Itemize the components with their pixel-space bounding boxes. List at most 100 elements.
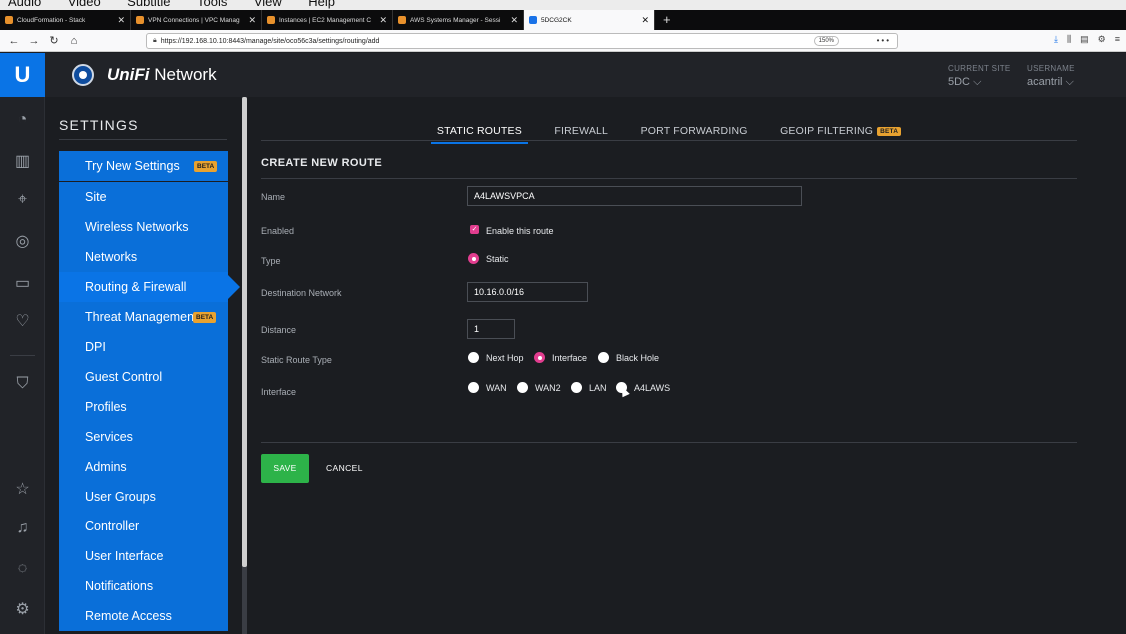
sidebar-item-services[interactable]: Services: [59, 422, 228, 452]
beta-badge: BETA: [194, 161, 218, 172]
interface-label: Interface: [261, 387, 297, 397]
menu-video[interactable]: Video: [68, 0, 101, 9]
browser-tab-active[interactable]: 5DCG2CK ✕: [524, 10, 655, 30]
sidebar-item-dpi[interactable]: DPI: [59, 332, 228, 362]
enable-route-checkbox[interactable]: ✓: [470, 225, 479, 234]
alerts-bell-icon[interactable]: ♫: [0, 519, 45, 537]
events-icon[interactable]: ☆: [0, 479, 45, 499]
mouse-cursor-icon: [618, 384, 630, 398]
wan-radio[interactable]: [468, 382, 479, 393]
sidebar-item-routing-firewall[interactable]: Routing & Firewall: [59, 272, 240, 302]
current-site-select[interactable]: 5DC ⌵: [948, 76, 981, 89]
home-icon[interactable]: ⌂: [68, 35, 80, 47]
type-static-radio[interactable]: [468, 253, 479, 264]
menu-view[interactable]: View: [254, 0, 282, 9]
menu-subtitle[interactable]: Subtitle: [127, 0, 170, 9]
close-tab-icon[interactable]: ✕: [510, 15, 518, 26]
statistics-icon[interactable]: ▥: [0, 151, 45, 171]
reload-icon[interactable]: ↻: [48, 34, 60, 47]
chevron-down-icon: ⌵: [1065, 76, 1074, 88]
close-tab-icon[interactable]: ✕: [641, 15, 649, 26]
username-select[interactable]: acantril ⌵: [1027, 76, 1074, 89]
lock-icon[interactable]: 🔒︎: [153, 37, 157, 45]
sidebar-item-site[interactable]: Site: [59, 182, 228, 212]
interface-text: Interface: [552, 353, 588, 363]
zoom-level[interactable]: 150%: [813, 36, 839, 46]
sidebar-item-networks[interactable]: Networks: [59, 242, 228, 272]
main-panel: STATIC ROUTES FIREWALL PORT FORWARDING G…: [261, 97, 1077, 634]
brand-bold: UniFi: [107, 65, 150, 84]
menu-icon[interactable]: ≡: [1115, 34, 1120, 45]
cancel-button[interactable]: CANCEL: [326, 463, 363, 473]
page-actions-icon[interactable]: •••: [877, 36, 891, 45]
sidebar-item-profiles[interactable]: Profiles: [59, 392, 228, 422]
browser-tab[interactable]: CloudFormation - Stack ✕: [0, 10, 131, 30]
new-tab-icon[interactable]: +: [655, 10, 679, 30]
insights-icon[interactable]: ♡: [0, 311, 45, 331]
threat-shield-icon[interactable]: ⛉: [0, 375, 45, 393]
close-tab-icon[interactable]: ✕: [117, 15, 125, 26]
settings-nav-group-1: Site Wireless Networks Networks Routing …: [59, 182, 240, 512]
sidebar-item-label: Services: [85, 430, 133, 444]
url-bar[interactable]: 🔒︎ https://192.168.10.10:8443/manage/sit…: [146, 33, 898, 49]
sidebar-scrollbar[interactable]: [242, 97, 247, 634]
sidebar-item-admins[interactable]: Admins: [59, 452, 228, 482]
name-field[interactable]: [467, 186, 802, 206]
sidebar-item-guest-control[interactable]: Guest Control: [59, 362, 228, 392]
back-icon[interactable]: ←: [8, 35, 20, 47]
chat-icon[interactable]: ◌: [0, 560, 45, 578]
tab-title: CloudFormation - Stack: [17, 16, 86, 24]
map-icon[interactable]: ⌖: [0, 191, 45, 209]
username-value: acantril: [1027, 76, 1063, 88]
ubiquiti-logo-icon[interactable]: U: [0, 53, 45, 97]
distance-field[interactable]: [467, 319, 515, 339]
browser-tab[interactable]: AWS Systems Manager - Sessi ✕: [393, 10, 524, 30]
menu-help[interactable]: Help: [308, 0, 335, 9]
sidebar-item-threat-management[interactable]: Threat Management BETA: [59, 302, 228, 332]
a4laws-text: A4LAWS: [634, 383, 671, 393]
menu-audio[interactable]: Audio: [8, 0, 41, 9]
forward-icon[interactable]: →: [28, 35, 40, 47]
clients-icon[interactable]: ▭: [0, 273, 45, 293]
close-tab-icon[interactable]: ✕: [248, 15, 256, 26]
aws-favicon-icon: [5, 16, 13, 24]
download-icon[interactable]: ⤓: [1054, 34, 1058, 45]
sidebar-item-user-groups[interactable]: User Groups: [59, 482, 228, 512]
username-label: USERNAME: [1027, 64, 1075, 73]
sidebar-item-remote-access[interactable]: Remote Access: [59, 601, 228, 631]
lan-radio[interactable]: [571, 382, 582, 393]
tab-static-routes[interactable]: STATIC ROUTES: [430, 125, 528, 144]
black-hole-text: Black Hole: [616, 353, 660, 363]
menu-tools[interactable]: Tools: [197, 0, 227, 9]
black-hole-radio[interactable]: [598, 352, 609, 363]
browser-tab[interactable]: VPN Connections | VPC Manag ✕: [131, 10, 262, 30]
sidebar-item-wireless-networks[interactable]: Wireless Networks: [59, 212, 228, 242]
sidebar-item-label: Try New Settings: [85, 159, 180, 173]
destination-network-field[interactable]: [467, 282, 588, 302]
interface-radio[interactable]: [534, 352, 545, 363]
settings-gear-icon[interactable]: ⚙: [0, 599, 45, 619]
save-button[interactable]: SAVE: [261, 454, 309, 483]
tab-title: VPN Connections | VPC Manag: [148, 16, 240, 24]
browser-tab[interactable]: Instances | EC2 Management C ✕: [262, 10, 393, 30]
wan2-radio[interactable]: [517, 382, 528, 393]
next-hop-radio[interactable]: [468, 352, 479, 363]
sidebar-item-label: Networks: [85, 250, 138, 264]
extension-icon[interactable]: ⚙: [1098, 34, 1106, 45]
url-text[interactable]: https://192.168.10.10:8443/manage/site/o…: [161, 38, 380, 45]
library-icon[interactable]: ⫼: [1067, 34, 1071, 45]
sidebar-item-label: Routing & Firewall: [85, 280, 187, 294]
browser-toolbar-icons: ⤓ ⫼ ▤ ⚙ ≡: [1054, 34, 1120, 45]
devices-icon[interactable]: ◎: [0, 231, 45, 251]
sidebar-item-controller[interactable]: Controller: [59, 511, 228, 541]
sidebar-item-user-interface[interactable]: User Interface: [59, 541, 228, 571]
aws-favicon-icon: [398, 16, 406, 24]
divider: [261, 442, 1077, 443]
sidebar-icon[interactable]: ▤: [1080, 34, 1089, 45]
dashboard-icon[interactable]: ◔: [0, 111, 45, 129]
close-tab-icon[interactable]: ✕: [379, 15, 387, 26]
scrollbar-thumb[interactable]: [242, 97, 247, 567]
sidebar-item-try-new-settings[interactable]: Try New Settings BETA: [59, 151, 228, 181]
sidebar-item-notifications[interactable]: Notifications: [59, 571, 228, 601]
settings-tabs: STATIC ROUTES FIREWALL PORT FORWARDING G…: [261, 121, 1077, 144]
